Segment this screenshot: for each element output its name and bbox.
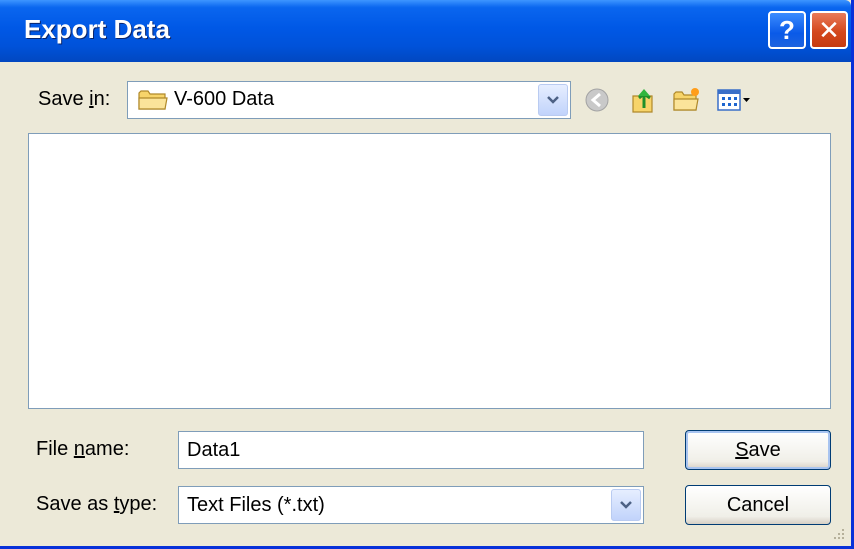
file-list-pane[interactable] <box>28 133 831 409</box>
close-button[interactable]: ✕ <box>810 11 848 49</box>
cancel-button[interactable]: Cancel <box>685 485 831 525</box>
dialog-title: Export Data <box>24 14 170 44</box>
file-name-input[interactable]: Data1 <box>178 431 644 469</box>
resize-grip-icon[interactable] <box>831 526 845 540</box>
save-as-type-dropdown[interactable]: Text Files (*.txt) <box>178 486 644 524</box>
help-button[interactable]: ? <box>768 11 806 49</box>
help-icon: ? <box>779 14 795 45</box>
new-folder-icon[interactable] <box>672 86 702 114</box>
save-button[interactable]: Save <box>685 430 831 470</box>
file-name-label: File name: <box>36 438 130 460</box>
back-icon[interactable] <box>582 86 612 114</box>
save-as-type-dropdown-button[interactable] <box>611 489 641 521</box>
save-in-value: V-600 Data <box>174 88 275 110</box>
close-icon: ✕ <box>818 14 840 45</box>
views-menu-icon[interactable] <box>716 86 752 114</box>
folder-icon <box>138 90 168 110</box>
up-folder-icon[interactable] <box>630 86 660 114</box>
export-data-dialog: Export Data ? ✕ Save in: V-600 Data File… <box>0 0 854 549</box>
chevron-down-icon <box>547 96 559 104</box>
title-bar[interactable]: Export Data ? ✕ <box>0 0 851 62</box>
save-in-dropdown[interactable]: V-600 Data <box>127 81 571 119</box>
save-as-type-value: Text Files (*.txt) <box>187 494 325 516</box>
chevron-down-icon <box>620 501 632 509</box>
save-as-type-label: Save as type: <box>36 493 158 515</box>
save-in-label: Save in: <box>38 88 111 110</box>
save-in-dropdown-button[interactable] <box>538 84 568 116</box>
